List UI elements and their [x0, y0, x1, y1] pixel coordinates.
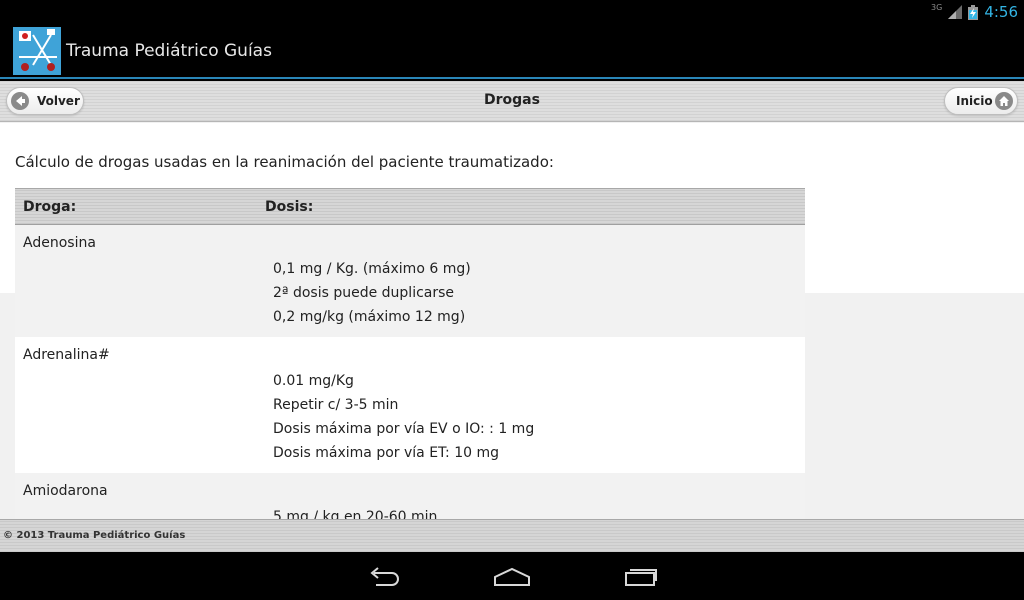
drug-name: Adrenalina#	[23, 347, 110, 363]
drug-name: Amiodarona	[23, 483, 108, 499]
home-icon	[494, 567, 530, 586]
dose-line: 0,1 mg / Kg. (máximo 6 mg)	[273, 261, 471, 277]
table-header: Droga: Dosis:	[15, 188, 805, 225]
status-clock: 4:56	[984, 3, 1018, 21]
battery-charging-icon	[968, 4, 979, 20]
dose-line: 2ª dosis puede duplicarse	[273, 285, 455, 301]
app-title: Trauma Pediátrico Guías	[66, 41, 272, 61]
home-button-label: Inicio	[956, 94, 993, 108]
app-logo-icon[interactable]	[13, 27, 61, 75]
nav-back-button[interactable]	[364, 564, 404, 590]
table-row: Amiodarona 5 mg / kg en 20-60 min	[15, 473, 805, 519]
status-bar: 3G 4:56	[0, 0, 1024, 25]
signal-icon	[948, 5, 963, 19]
table-row: Adrenalina# 0.01 mg/Kg Repetir c/ 3-5 mi…	[15, 337, 805, 473]
table-row: Adenosina 0,1 mg / Kg. (máximo 6 mg) 2ª …	[15, 225, 805, 337]
recent-apps-icon	[625, 569, 657, 586]
dose-line: Dosis máxima por vía ET: 10 mg	[273, 445, 500, 461]
status-icons: 3G 4:56	[931, 2, 1018, 22]
page-footer: © 2013 Trauma Pediátrico Guías	[0, 519, 1024, 552]
dose-line: 0,2 mg/kg (máximo 12 mg)	[273, 309, 466, 325]
nav-recent-apps-button[interactable]	[620, 564, 660, 590]
intro-text: Cálculo de drogas usadas en la reanimaci…	[15, 153, 554, 171]
drug-name: Adenosina	[23, 235, 96, 251]
content-area[interactable]: Cálculo de drogas usadas en la reanimaci…	[0, 123, 1024, 519]
stretcher-logo-icon	[13, 27, 61, 75]
webview: Volver Drogas Inicio Cálculo de drogas u…	[0, 81, 1024, 552]
footer-copyright: © 2013 Trauma Pediátrico Guías	[3, 530, 186, 541]
page-header: Volver Drogas Inicio	[0, 81, 1024, 122]
home-button[interactable]: Inicio	[944, 87, 1018, 115]
dose-line: 5 mg / kg en 20-60 min	[273, 509, 438, 519]
dose-line: 0.01 mg/Kg	[273, 373, 354, 389]
back-icon	[370, 567, 399, 586]
app-action-bar: Trauma Pediátrico Guías	[0, 25, 1024, 79]
column-header-drug: Droga:	[23, 198, 77, 215]
dose-line: Repetir c/ 3-5 min	[273, 397, 399, 413]
network-type-label: 3G	[931, 2, 943, 12]
system-navigation-bar	[0, 552, 1024, 600]
drugs-table: Droga: Dosis: Adenosina 0,1 mg / Kg. (má…	[15, 188, 805, 519]
dose-line: Dosis máxima por vía EV o IO: : 1 mg	[273, 421, 535, 437]
page-title: Drogas	[484, 92, 540, 108]
home-icon	[995, 92, 1013, 110]
column-header-dose: Dosis:	[265, 198, 314, 215]
nav-home-button[interactable]	[492, 564, 532, 590]
